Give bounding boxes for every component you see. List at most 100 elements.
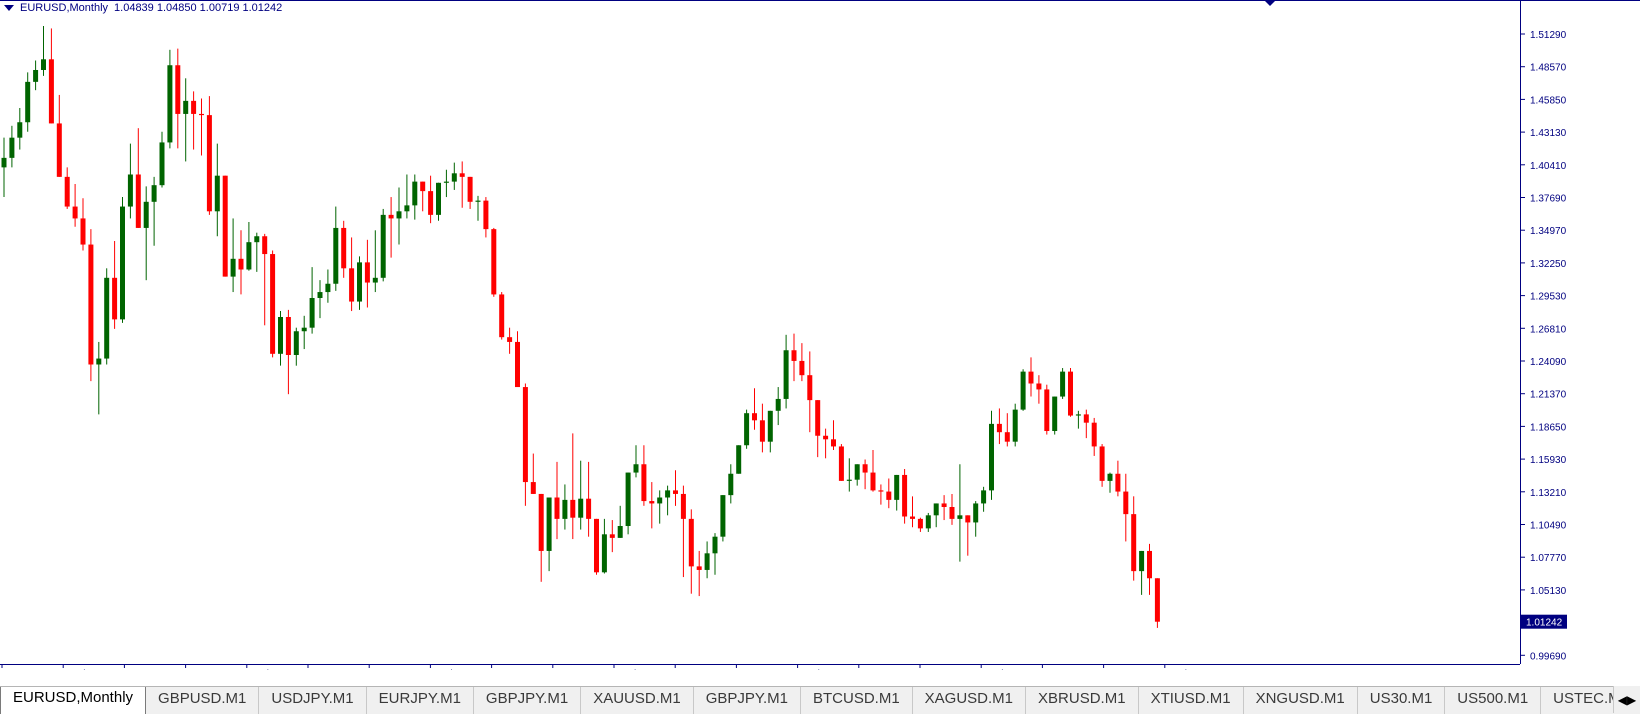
candle-body [507, 337, 513, 342]
candle-body [1147, 550, 1152, 579]
candle-body [349, 268, 355, 302]
price-label: 1.45850 [1530, 95, 1567, 106]
candle-body [554, 497, 560, 519]
candle-body [815, 400, 821, 436]
time-label: 1 Jun 2017 [736, 669, 786, 670]
candle-body [64, 176, 70, 207]
candle-body [72, 206, 78, 219]
candle-body [278, 316, 283, 354]
candle-body [538, 493, 544, 551]
candle-body [609, 534, 615, 538]
candle-body [48, 59, 54, 124]
candle-body [522, 387, 528, 483]
collapse-triangle-icon[interactable] [4, 5, 14, 11]
candle-body [728, 473, 734, 496]
candle-body [688, 518, 694, 567]
candle-body [744, 413, 750, 446]
candle-body [183, 100, 189, 114]
candle-body [736, 445, 742, 474]
candle-body [214, 175, 220, 212]
price-label: 1.24090 [1530, 357, 1567, 368]
tab-gbpjpy-m1[interactable]: GBPJPY.M1 [694, 687, 801, 714]
candle-body [752, 413, 757, 421]
time-label: 1 Feb 2016 [614, 669, 665, 670]
time-label: 1 Feb 2012 [247, 669, 298, 670]
candle-body [317, 292, 323, 298]
candle-body [712, 536, 718, 554]
price-label: 1.43130 [1530, 128, 1567, 139]
candle-body [854, 464, 860, 480]
candle-body [933, 503, 939, 516]
scroll-arrows-icon[interactable]: ◀▶ [1613, 686, 1640, 713]
candle-body [578, 498, 584, 518]
candle-body [56, 123, 62, 177]
tab-xauusd-m1[interactable]: XAUUSD.M1 [581, 687, 694, 714]
candle-body [199, 113, 204, 116]
candle-body [625, 472, 631, 527]
tab-us30-m1[interactable]: US30.M1 [1358, 687, 1446, 714]
candle-body [1107, 473, 1113, 481]
candle-body [831, 439, 836, 447]
candle-body [720, 495, 726, 537]
tab-eurjpy-m1[interactable]: EURJPY.M1 [367, 687, 474, 714]
price-label: 1.15930 [1530, 455, 1567, 466]
time-label: 1 Feb 2010 [63, 669, 114, 670]
price-label: 1.48570 [1530, 63, 1567, 74]
tab-us500-m1[interactable]: US500.M1 [1445, 687, 1542, 714]
price-label: 0.99690 [1530, 651, 1567, 662]
candle-body [696, 566, 702, 570]
time-label: 1 Oct 2016 [675, 669, 724, 670]
candle-body [459, 173, 465, 177]
tab-xagusd-m1[interactable]: XAGUSD.M1 [913, 687, 1027, 714]
candle-body [246, 242, 252, 270]
tab-btcusd-m1[interactable]: BTCUSD.M1 [801, 687, 913, 714]
candle-body [925, 515, 931, 529]
candle-body [293, 331, 299, 355]
price-label: 1.18650 [1530, 422, 1567, 433]
chart-area[interactable]: 1.51290 1.48570 1.45850 1.43130 1.40410 1.376… [0, 0, 1640, 670]
tab-usdjpy-m1[interactable]: USDJPY.M1 [259, 687, 367, 714]
price-label: 1.32250 [1530, 259, 1567, 270]
candle-body [420, 181, 426, 192]
candle-body [96, 358, 102, 365]
candle-body [151, 185, 157, 202]
tab-eurusd-monthly[interactable]: EURUSD,Monthly [0, 687, 147, 714]
candle-body [380, 214, 386, 278]
candle-body [601, 534, 607, 573]
current-price-label: 1.01242 [1526, 618, 1563, 629]
candle-body [1068, 371, 1073, 416]
candle-body [127, 174, 133, 207]
candle-body [862, 464, 868, 473]
candle-body [309, 297, 315, 328]
candle-body [475, 200, 481, 202]
candle-body [823, 435, 829, 440]
candle-body [838, 446, 844, 481]
candle-body [949, 507, 955, 519]
tab-gbpjpy-m1[interactable]: GBPJPY.M1 [474, 687, 582, 714]
candle-body [1123, 491, 1129, 515]
price-label: 1.37690 [1530, 194, 1567, 205]
chart-header: EURUSD,Monthly 1.04839 1.04850 1.00719 1… [4, 2, 282, 14]
candle-body [372, 277, 378, 283]
candle-body [230, 258, 236, 277]
tab-gbpusd-m1[interactable]: GBPUSD.M1 [146, 687, 260, 714]
candle-body [1004, 432, 1010, 442]
candle-body [357, 262, 362, 302]
candle-body [1028, 371, 1034, 384]
tab-xngusd-m1[interactable]: XNGUSD.M1 [1244, 687, 1358, 714]
tab-xbrusd-m1[interactable]: XBRUSD.M1 [1026, 687, 1139, 714]
candle-body [1020, 371, 1026, 410]
candle-body [1083, 414, 1089, 423]
time-label: 1 Oct 2020 [1042, 669, 1091, 670]
price-label: 1.51290 [1530, 30, 1567, 41]
chart-shift-marker [1264, 0, 1276, 6]
candle-body [680, 493, 686, 519]
price-label: 1.40410 [1530, 161, 1567, 172]
candle-body [1099, 446, 1105, 481]
price-label: 1.13210 [1530, 488, 1567, 499]
candle-body [902, 474, 908, 517]
price-label: 1.10490 [1530, 521, 1567, 532]
tab-xtiusd-m1[interactable]: XTIUSD.M1 [1139, 687, 1244, 714]
candle-body [112, 277, 118, 320]
candle-body [759, 420, 765, 442]
